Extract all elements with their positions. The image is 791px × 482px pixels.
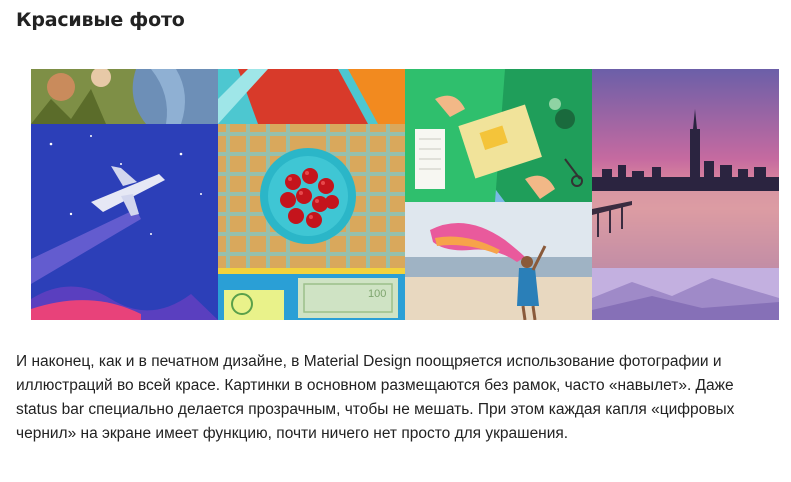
photo-cherries-bowl xyxy=(218,124,405,268)
illustration-money: 100 xyxy=(218,268,405,320)
photo-mosaic: 100 xyxy=(31,69,779,320)
photo-city-skyline-sunset xyxy=(592,69,779,268)
illustration-desk xyxy=(405,69,592,202)
illustration-airplane xyxy=(31,124,218,320)
photo-mountains-purple xyxy=(592,268,779,320)
money-label: 100 xyxy=(368,288,387,300)
section-heading: Красивые фото xyxy=(16,9,185,31)
photo-child-on-grass xyxy=(31,69,218,124)
article-paragraph: И наконец, как и в печатном дизайне, в M… xyxy=(16,353,735,442)
photo-woman-beach-scarf xyxy=(405,202,592,320)
illustration-abstract-shapes xyxy=(218,69,405,124)
